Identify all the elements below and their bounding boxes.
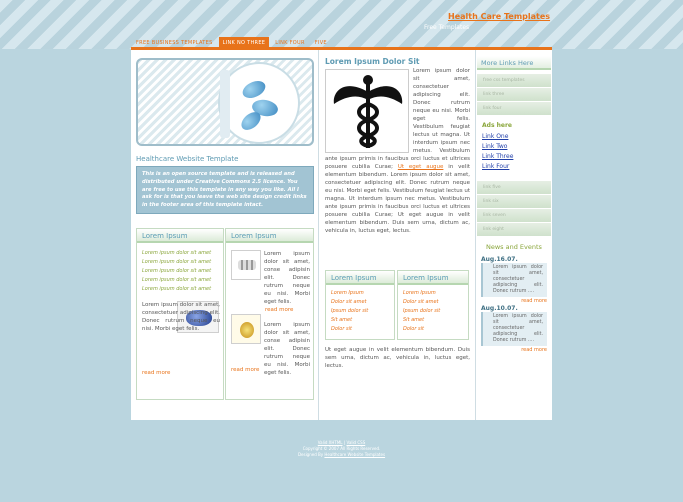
list-link[interactable]: Dolor sit	[326, 325, 394, 334]
list-link[interactable]: Lorem Ipsum	[326, 289, 394, 298]
sidebar-link[interactable]: free css templates	[477, 74, 551, 88]
list-link[interactable]: Sit amet	[398, 316, 468, 325]
designer-link[interactable]: Healthcare Website Templates	[324, 452, 385, 457]
article-body-2: Ut eget augue in velit elementum bibendu…	[325, 347, 470, 369]
box-heading: Lorem Ipsum	[326, 271, 394, 285]
hero-title: Healthcare Website Template	[136, 155, 239, 163]
lorem-box-right: Lorem Ipsum Lorem ipsum dolor sit amet, …	[225, 228, 314, 400]
ad-link[interactable]: Link Three	[476, 152, 550, 162]
sidebar-link[interactable]: link five	[477, 181, 551, 195]
event-item: Aug.16.07. Lorem ipsum dolor sit amet, c…	[481, 256, 547, 304]
article-body: Lorem ipsum dolor sit amet, consectetuer…	[325, 68, 471, 234]
valid-css-link[interactable]: Valid CSS	[346, 440, 365, 445]
list-link[interactable]: Lorem ipsum dolor sit amet	[137, 267, 223, 276]
sidebar-link[interactable]: link eight	[477, 223, 551, 237]
list-link[interactable]: Lorem ipsum dolor sit amet	[137, 276, 223, 285]
box-body-text: Lorem ipsum dolor sit amet, conse adipis…	[264, 322, 310, 376]
site-title[interactable]: Health Care Templates	[448, 12, 550, 21]
header-band	[0, 0, 683, 49]
sub-box-left: Lorem Ipsum Lorem Ipsum Dolor sit amet I…	[325, 270, 395, 340]
content-wrapper: Healthcare Website Template This is an o…	[131, 50, 552, 420]
more-links-title: More Links Here	[477, 56, 551, 70]
event-date: Aug.10.07.	[481, 305, 518, 312]
list-link[interactable]: Lorem Ipsum	[398, 289, 468, 298]
middle-column: Lorem Ipsum Dolor Sit Lorem ipsum dolor …	[319, 50, 476, 420]
article-title: Lorem Ipsum Dolor Sit	[325, 57, 420, 66]
event-date: Aug.16.07.	[481, 256, 518, 263]
sidebar-link[interactable]: link seven	[477, 209, 551, 223]
right-sidebar: More Links Here free css templates link …	[476, 50, 552, 420]
list-link[interactable]: Lorem ipsum dolor sit amet	[137, 249, 223, 258]
list-link[interactable]: Sit amet	[326, 316, 394, 325]
sidebar-link[interactable]: link six	[477, 195, 551, 209]
read-more-link[interactable]: read more	[481, 347, 547, 353]
ad-link[interactable]: Link Two	[476, 142, 550, 152]
ad-link[interactable]: Link One	[476, 132, 550, 142]
box-heading: Lorem Ipsum	[226, 229, 313, 243]
footer: Valid XHTML | Valid CSS Copyright © 2007…	[0, 440, 683, 458]
box-body-text: Lorem ipsum dolor sit amet, consectetuer…	[142, 302, 220, 332]
read-more-link[interactable]: read more	[142, 370, 170, 376]
list-link[interactable]: Dolor sit	[398, 325, 468, 334]
pills-image	[218, 62, 300, 144]
pills-thumbnail	[231, 250, 261, 280]
list-link[interactable]: Dolor sit amet	[398, 298, 468, 307]
inline-link[interactable]: Ut eget augue	[398, 164, 444, 170]
site-subtitle: Free Templates	[424, 24, 470, 31]
ad-link[interactable]: Link Four	[476, 162, 550, 172]
intro-text: This is an open source template and is r…	[136, 166, 314, 214]
left-column: Healthcare Website Template This is an o…	[131, 50, 319, 420]
capsules-thumbnail	[231, 314, 261, 344]
event-text: Lorem ipsum dolor sit amet, consectetuer…	[481, 312, 547, 346]
box-heading: Lorem Ipsum	[137, 229, 223, 243]
sidebar-link[interactable]: link four	[477, 102, 551, 116]
list-link[interactable]: Ipsum dolor sit	[398, 307, 468, 316]
read-more-link[interactable]: read more	[481, 298, 547, 304]
event-item: Aug.10.07. Lorem ipsum dolor sit amet, c…	[481, 305, 547, 353]
event-text: Lorem ipsum dolor sit amet, consectetuer…	[481, 263, 547, 297]
read-more-link[interactable]: read more	[265, 307, 293, 313]
sub-box-right: Lorem Ipsum Lorem Ipsum Dolor sit amet I…	[397, 270, 469, 340]
list-link[interactable]: Ipsum dolor sit	[326, 307, 394, 316]
lorem-box-left: Lorem Ipsum Lorem ipsum dolor sit amet L…	[136, 228, 224, 400]
list-link[interactable]: Dolor sit amet	[326, 298, 394, 307]
ads-title: Ads here	[482, 122, 512, 129]
sidebar-link[interactable]: link three	[477, 88, 551, 102]
box-body-text: Lorem ipsum dolor sit amet, conse adipis…	[264, 251, 310, 305]
read-more-link[interactable]: read more	[231, 367, 259, 373]
designed-by: Designed By	[297, 452, 324, 457]
list-link[interactable]: Lorem ipsum dolor sit amet	[137, 285, 223, 294]
list-link[interactable]: Lorem ipsum dolor sit amet	[137, 258, 223, 267]
box-heading: Lorem Ipsum	[398, 271, 468, 285]
valid-xhtml-link[interactable]: Valid XHTML	[318, 440, 343, 445]
news-title: News and Events	[486, 243, 542, 251]
hero-banner	[136, 58, 314, 146]
